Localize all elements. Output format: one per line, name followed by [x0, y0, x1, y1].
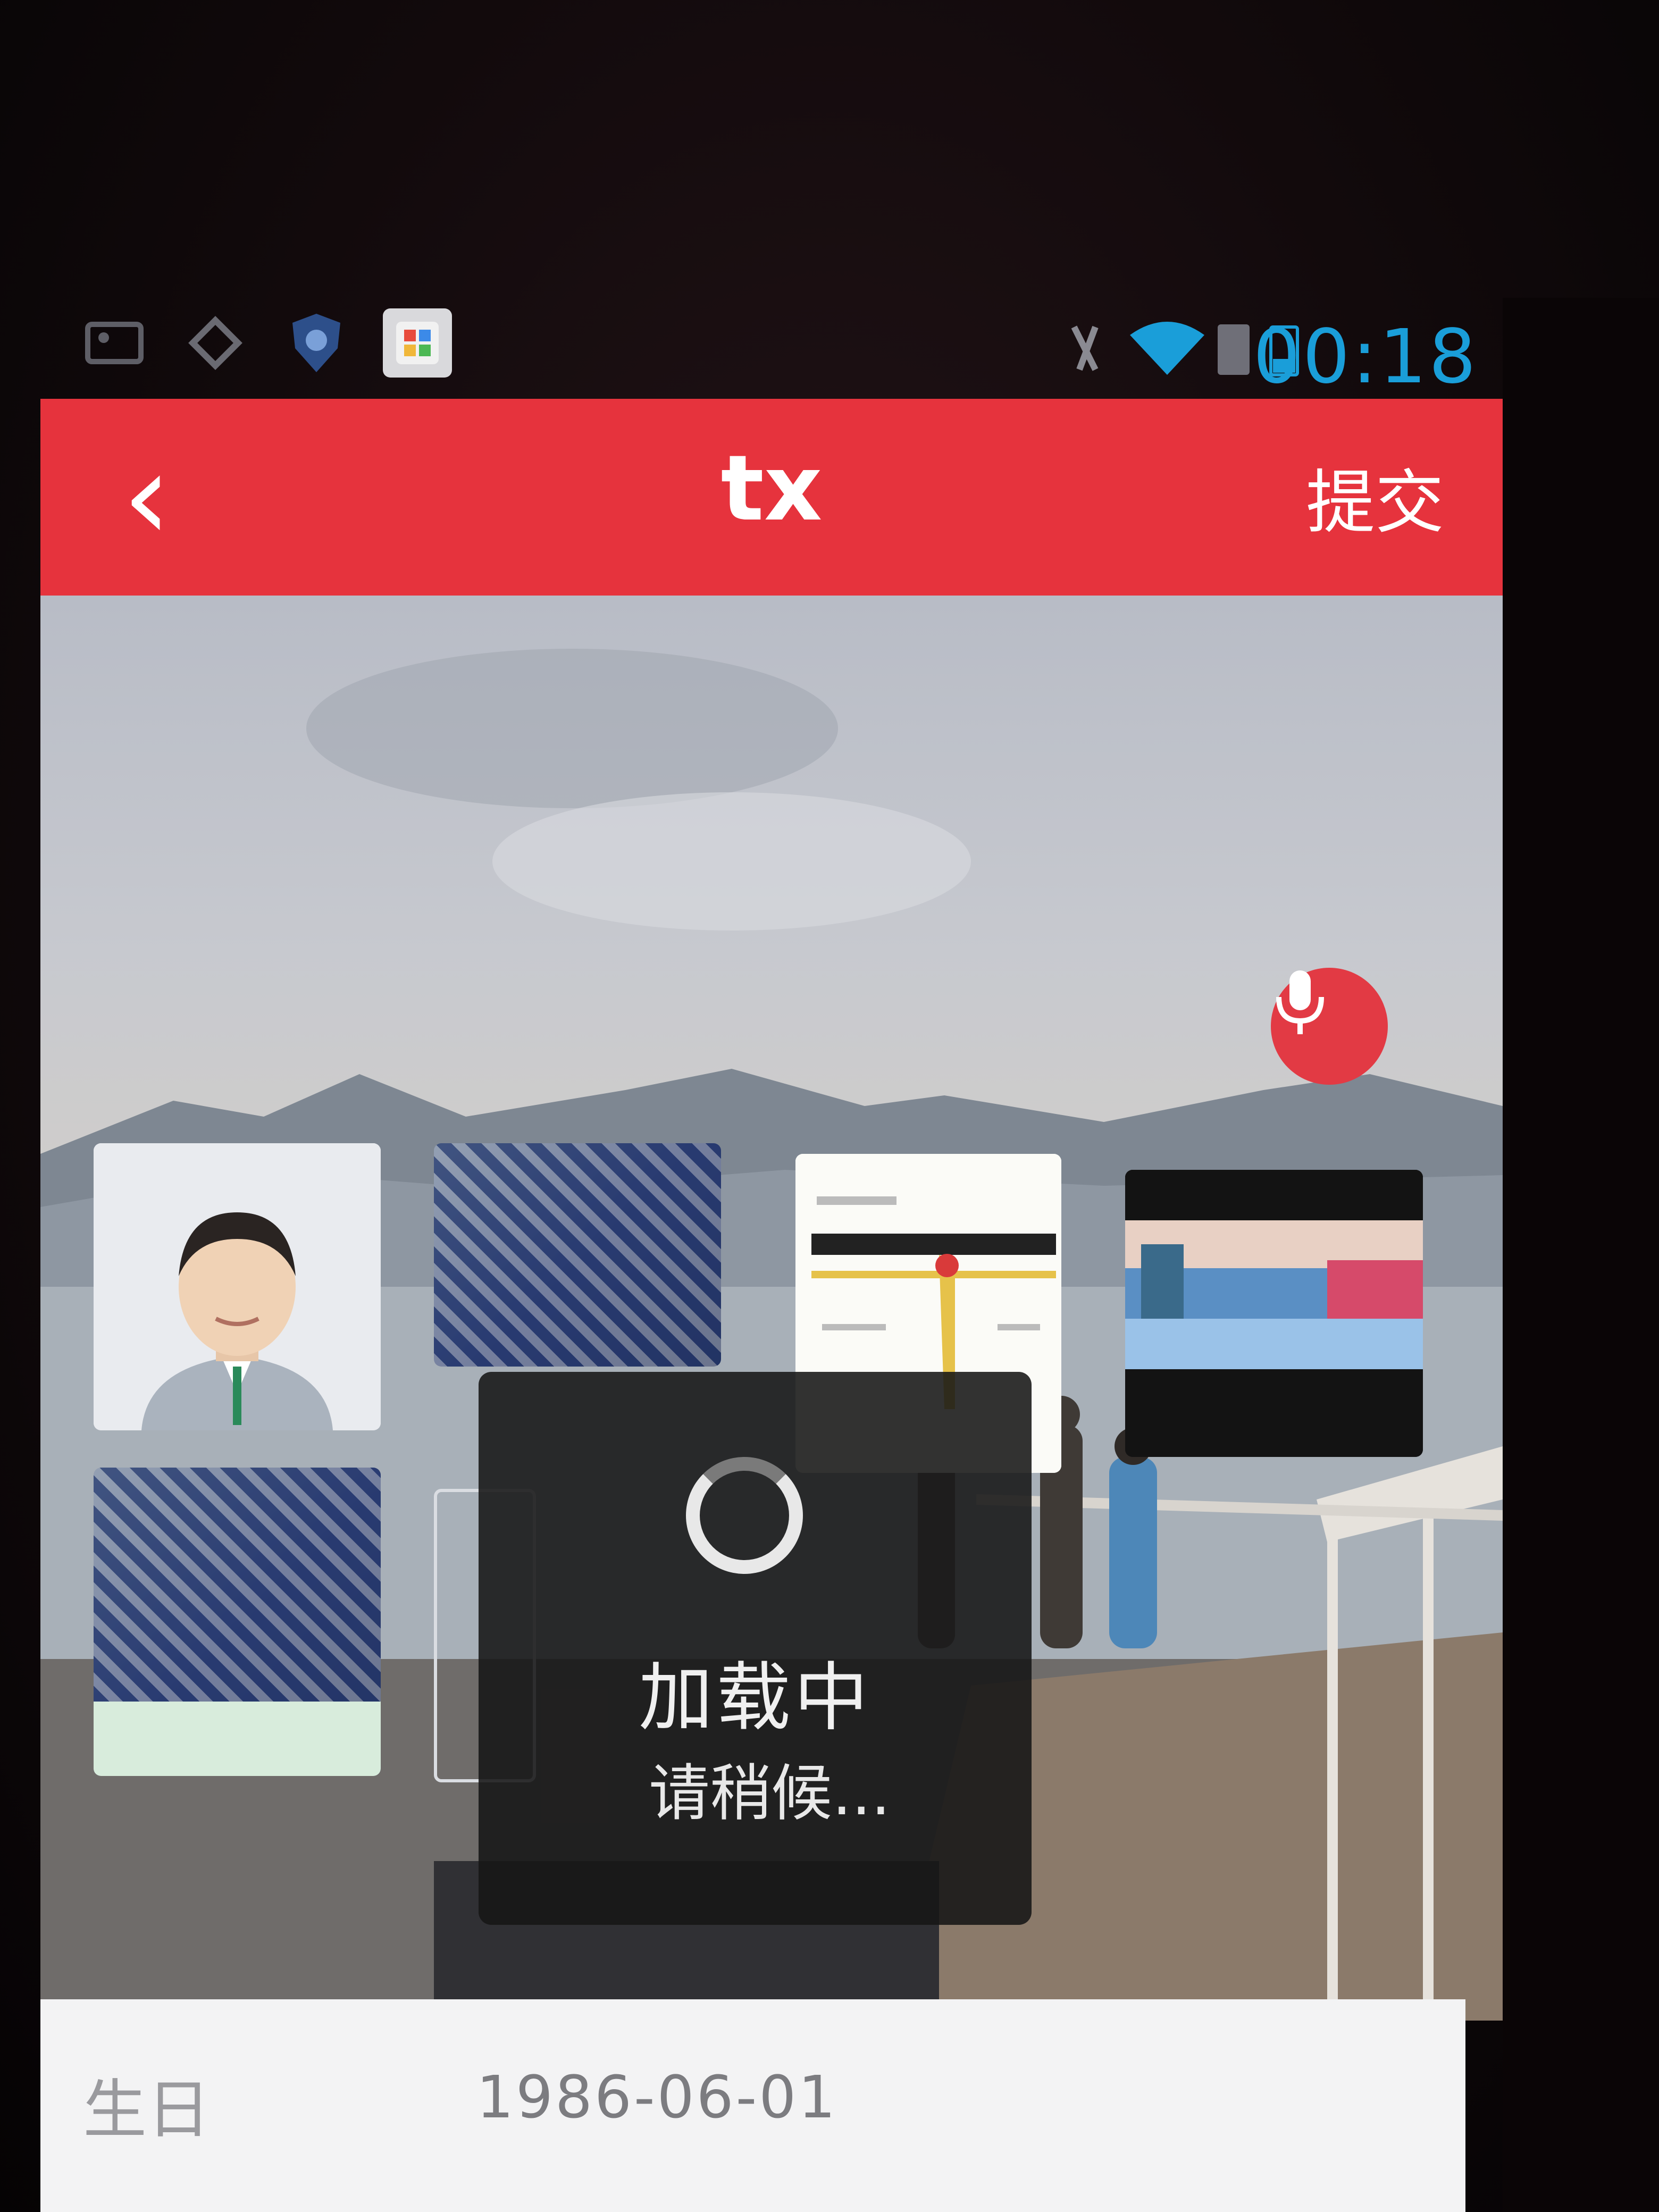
wifi-icon	[1127, 308, 1207, 388]
shield-icon	[282, 308, 351, 378]
video-preview	[1125, 1170, 1423, 1457]
submit-button[interactable]: 提交	[1306, 447, 1444, 547]
device-edge	[1503, 298, 1659, 2212]
image-thumbnail[interactable]	[94, 1468, 381, 1776]
microphone-icon	[1276, 970, 1324, 1034]
loading-message: 请稍候...	[649, 1758, 891, 1829]
app-icon	[383, 308, 452, 378]
birthday-row[interactable]: 生日 1986-06-01	[40, 1999, 1465, 2212]
avatar-thumbnail[interactable]	[94, 1143, 381, 1430]
status-bar: 00:18	[74, 298, 1489, 400]
loading-dialog: 加载中 请稍候...	[479, 1372, 1032, 1925]
birthday-value[interactable]: 1986-06-01	[476, 2063, 837, 2131]
status-clock: 00:18	[1253, 314, 1478, 400]
birthday-label: 生日	[83, 2073, 211, 2147]
page-title: tx	[720, 436, 823, 541]
image-icon	[80, 308, 149, 378]
loading-spinner-icon	[686, 1457, 803, 1574]
video-thumbnail[interactable]	[1125, 1170, 1423, 1457]
avatar	[94, 1143, 381, 1430]
thumbnail-caption-area	[94, 1702, 381, 1776]
settings-icon	[181, 308, 250, 378]
silent-icon	[1063, 308, 1111, 388]
voice-button[interactable]	[1271, 968, 1388, 1085]
action-bar: ‹ tx 提交	[40, 399, 1503, 596]
sim-icon	[1212, 308, 1255, 388]
loading-title: 加载中	[638, 1655, 872, 1741]
image-thumbnail[interactable]	[434, 1143, 721, 1367]
